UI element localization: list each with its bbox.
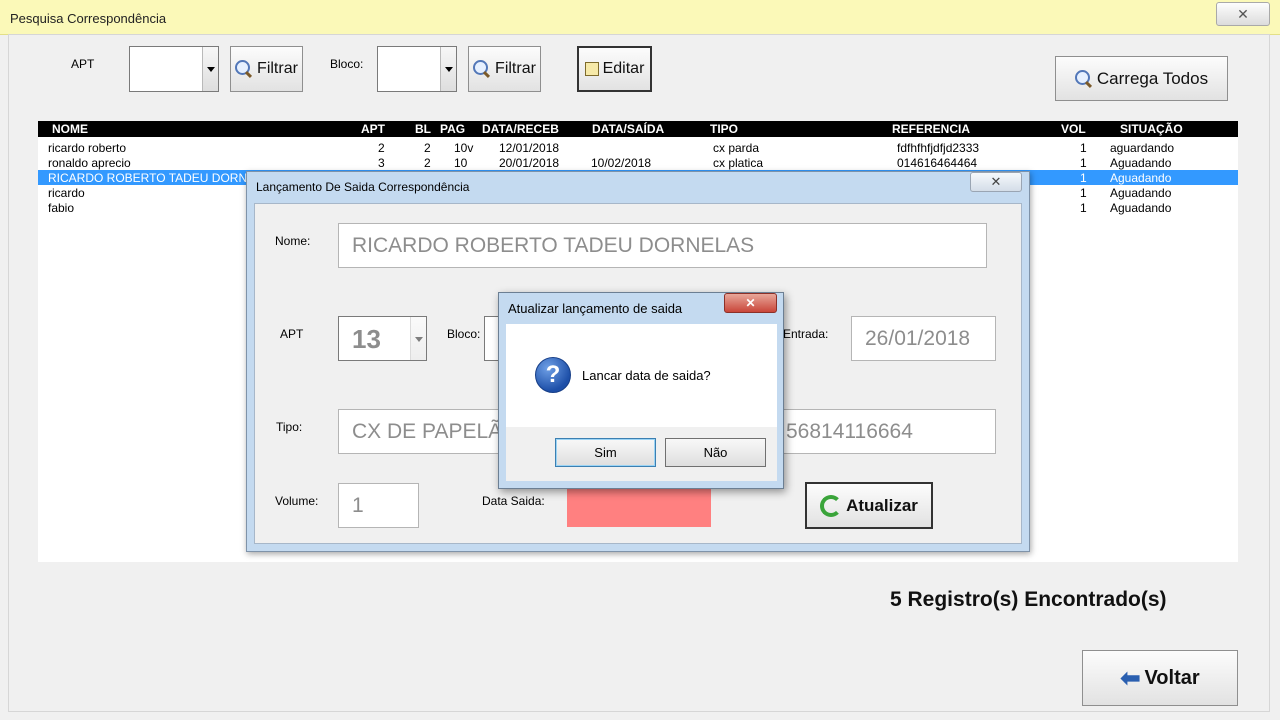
grid-header: NOME APT BL PAG DATA/RECEB DATA/SAÍDA TI…: [38, 121, 1238, 137]
cell-vol: 1: [1080, 156, 1087, 170]
cell-apt: 2: [378, 141, 385, 155]
column-header-data-saida: DATA/SAÍDA: [592, 122, 665, 136]
cell-apt: 3: [378, 156, 385, 170]
column-header-vol: VOL: [1061, 122, 1086, 136]
search-icon: [235, 60, 253, 79]
chevron-down-icon[interactable]: [440, 47, 456, 91]
apt-combo[interactable]: 13: [338, 316, 427, 361]
entrada-label: Entrada:: [783, 327, 829, 341]
column-header-bl: BL: [415, 122, 431, 136]
confirm-dialog-title: Atualizar lançamento de saida: [508, 301, 683, 316]
filtrar-bloco-button[interactable]: Filtrar: [468, 46, 541, 92]
cell-pag: 10v: [454, 141, 474, 155]
cell-vol: 1: [1080, 201, 1087, 215]
cell-data-receb: 12/01/2018: [499, 141, 560, 155]
apt-value: 13: [352, 324, 381, 354]
tipo-label: Tipo:: [276, 420, 303, 434]
cell-vol: 1: [1080, 186, 1087, 200]
editar-button[interactable]: Editar: [577, 46, 652, 92]
voltar-button[interactable]: ⬅ Voltar: [1082, 650, 1238, 706]
filtrar-apt-label: Filtrar: [257, 60, 298, 77]
filtrar-bloco-label: Filtrar: [495, 60, 536, 77]
bloco-filter-combo[interactable]: [377, 46, 457, 92]
filtrar-apt-button[interactable]: Filtrar: [230, 46, 303, 92]
window-close-button[interactable]: ✕: [1216, 2, 1270, 26]
column-header-apt: APT: [361, 122, 385, 136]
cell-tipo: cx parda: [713, 141, 760, 155]
confirm-dialog-close-button[interactable]: ✕: [724, 293, 777, 313]
table-row[interactable]: ronaldo aprecio 3 2 10 20/01/2018 10/02/…: [38, 155, 1238, 170]
column-header-data-receb: DATA/RECEB: [482, 122, 559, 136]
cell-tipo: cx platica: [713, 156, 764, 170]
cell-bl: 2: [424, 156, 431, 170]
data-saida-label: Data Saida:: [482, 494, 545, 508]
record-count: 5 Registro(s) Encontrado(s): [890, 588, 1167, 611]
cell-nome: fabio: [48, 201, 75, 215]
chevron-down-icon[interactable]: [202, 47, 218, 91]
cell-data-receb: 20/01/2018: [499, 156, 560, 170]
cell-data-saida: 10/02/2018: [591, 156, 652, 170]
nome-label: Nome:: [275, 234, 311, 248]
volume-field[interactable]: 1: [338, 483, 419, 528]
column-header-nome: NOME: [52, 122, 88, 136]
cell-situacao: aguardando: [1110, 141, 1175, 155]
cell-situacao: Aguadando: [1110, 171, 1172, 185]
refresh-icon: [820, 494, 843, 517]
search-icon: [473, 60, 491, 79]
cell-vol: 1: [1080, 171, 1087, 185]
cell-nome: ronaldo aprecio: [48, 156, 131, 170]
cell-nome: ricardo: [48, 186, 85, 200]
column-header-tipo: TIPO: [710, 122, 739, 136]
editar-label: Editar: [602, 60, 645, 77]
bloco-label: Bloco:: [447, 327, 481, 341]
launch-dialog-close-button[interactable]: ✕: [970, 172, 1022, 192]
sim-button[interactable]: Sim: [555, 438, 656, 467]
chevron-down-icon[interactable]: [410, 317, 426, 360]
cell-referencia: 014616464464: [897, 156, 978, 170]
apt-filter-label: APT: [71, 57, 95, 71]
atualizar-button[interactable]: Atualizar: [805, 482, 933, 529]
tipo-field[interactable]: CX DE PAPELÃO: [338, 409, 502, 454]
edit-icon: [584, 62, 599, 76]
cell-pag: 10: [454, 156, 468, 170]
cell-situacao: Aguadando: [1110, 186, 1172, 200]
cell-nome: ricardo roberto: [48, 141, 127, 155]
cell-situacao: Aguadando: [1110, 156, 1172, 170]
voltar-label: Voltar: [1144, 666, 1200, 689]
apt-label: APT: [280, 327, 304, 341]
column-header-situacao: SITUAÇÃO: [1120, 122, 1183, 136]
back-arrow-icon: ⬅: [1120, 664, 1141, 692]
volume-label: Volume:: [275, 494, 319, 508]
window-title: Pesquisa Correspondência: [10, 11, 167, 26]
data-saida-field[interactable]: [567, 487, 711, 527]
carrega-todos-button[interactable]: Carrega Todos: [1055, 56, 1228, 101]
cell-referencia: fdfhfhfjdfjd2333: [897, 141, 980, 155]
confirm-message: Lancar data de saida?: [582, 368, 711, 383]
entrada-field[interactable]: 26/01/2018: [851, 316, 996, 361]
carrega-todos-label: Carrega Todos: [1096, 68, 1209, 88]
cell-situacao: Aguadando: [1110, 201, 1172, 215]
launch-dialog-title: Lançamento De Saida Correspondência: [256, 180, 470, 194]
search-icon: [1074, 69, 1093, 88]
nao-button[interactable]: Não: [665, 438, 766, 467]
referencia-field[interactable]: 56814116664: [780, 409, 996, 454]
question-icon: ?: [535, 357, 571, 393]
atualizar-label: Atualizar: [846, 495, 918, 515]
cell-bl: 2: [424, 141, 431, 155]
title-bar: [0, 0, 1280, 35]
nome-field[interactable]: RICARDO ROBERTO TADEU DORNELAS: [338, 223, 987, 268]
table-row[interactable]: ricardo roberto 2 2 10v 12/01/2018 cx pa…: [38, 140, 1238, 155]
apt-filter-combo[interactable]: [129, 46, 219, 92]
cell-vol: 1: [1080, 141, 1087, 155]
bloco-filter-label: Bloco:: [330, 57, 364, 71]
cell-nome: RICARDO ROBERTO TADEU DORNE: [48, 171, 256, 185]
column-header-pag: PAG: [440, 122, 466, 136]
column-header-referencia: REFERENCIA: [892, 122, 971, 136]
